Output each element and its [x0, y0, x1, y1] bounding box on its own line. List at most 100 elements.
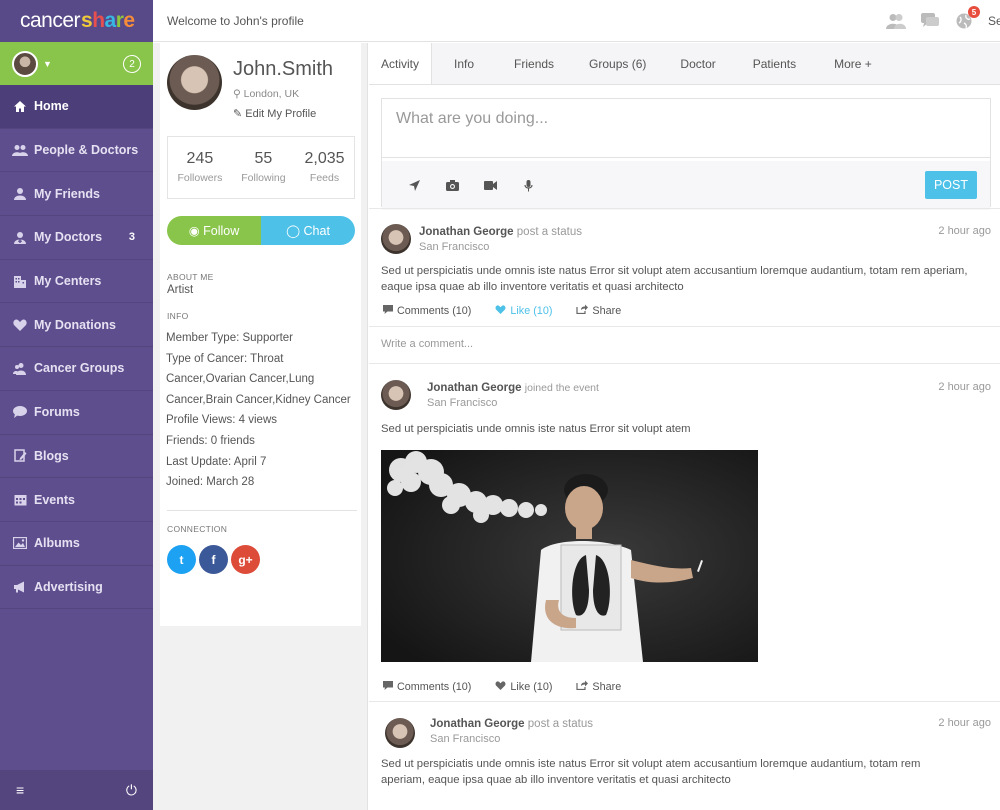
divider	[369, 701, 1000, 702]
share-button[interactable]: Share	[576, 680, 621, 693]
post-actions: Comments (10) Like (10) Share	[381, 680, 621, 693]
comments-button[interactable]: Comments (10)	[383, 680, 471, 693]
post-author-avatar[interactable]	[381, 380, 411, 410]
profile-location: ⚲ London, UK	[233, 88, 300, 100]
sidebar-footer: ≡ ⏻	[0, 770, 153, 810]
caret-down-icon[interactable]: ▼	[43, 59, 52, 69]
profile-stats: 245 Followers 55 Following 2,035 Feeds	[167, 136, 355, 199]
truncated-link[interactable]: Se	[988, 14, 1000, 28]
avatar[interactable]	[12, 50, 38, 77]
info-item: Cancer,Brain Cancer,Kidney Cancer	[166, 393, 351, 406]
sidebar-item-albums[interactable]: Albums	[0, 522, 153, 566]
sidebar: cancer share ▼ 2 Home People & Doctors M…	[0, 0, 153, 810]
sidebar-item-label: Home	[34, 99, 69, 114]
stat-feeds[interactable]: 2,035 Feeds	[304, 150, 344, 198]
camera-icon[interactable]	[444, 179, 460, 193]
post-text: Sed ut perspiciatis unde omnis iste natu…	[381, 423, 691, 435]
divider	[369, 326, 1000, 327]
feed-post: Jonathan George post a status San Franci…	[381, 224, 991, 334]
user-menu[interactable]: ▼ 2	[0, 42, 153, 85]
connection-heading: CONNECTION	[167, 524, 228, 534]
share-button[interactable]: Share	[576, 304, 621, 317]
building-icon	[12, 274, 28, 288]
info-item: Cancer,Ovarian Cancer,Lung	[166, 373, 315, 386]
post-author-avatar[interactable]	[385, 718, 415, 748]
post-author[interactable]: Jonathan George post a status	[419, 226, 582, 238]
sidebar-item-my-centers[interactable]: My Centers	[0, 260, 153, 304]
edit-profile-link[interactable]: ✎ Edit My Profile	[233, 107, 316, 120]
location-arrow-icon[interactable]	[406, 179, 422, 193]
stat-following[interactable]: 55 Following	[241, 150, 285, 198]
sidebar-item-blogs[interactable]: Blogs	[0, 435, 153, 479]
comments-button[interactable]: Comments (10)	[383, 304, 471, 317]
profile-avatar[interactable]	[167, 55, 222, 110]
post-button[interactable]: POST	[925, 171, 977, 199]
follow-button[interactable]: ◉ Follow	[167, 216, 261, 245]
facebook-icon[interactable]: f	[199, 545, 228, 574]
status-input[interactable]	[382, 99, 990, 158]
globe-notifications-icon[interactable]: 5	[954, 6, 980, 30]
stat-followers[interactable]: 245 Followers	[177, 150, 222, 198]
status-composer: POST	[381, 98, 991, 210]
post-actions: Comments (10) Like (10) Share	[381, 304, 621, 317]
info-item: Joined: March 28	[166, 476, 255, 489]
google-plus-icon[interactable]: g+	[231, 545, 260, 574]
sidebar-item-label: My Doctors	[34, 230, 103, 245]
messages-icon[interactable]	[920, 12, 940, 30]
profile-tabs: Activity Info Friends Groups (6) Doctor …	[369, 43, 1000, 85]
sidebar-item-my-doctors[interactable]: My Doctors 3	[0, 216, 153, 260]
home-icon	[12, 99, 28, 113]
post-author[interactable]: Jonathan George joined the event	[427, 382, 599, 394]
post-text: Sed ut perspiciatis unde omnis iste natu…	[381, 758, 921, 786]
sidebar-item-cancer-groups[interactable]: Cancer Groups	[0, 347, 153, 391]
sidebar-item-forums[interactable]: Forums	[0, 391, 153, 435]
chat-button[interactable]: ◯ Chat	[261, 216, 355, 245]
sidebar-item-home[interactable]: Home	[0, 85, 153, 129]
comment-input[interactable]: Write a comment...	[381, 338, 473, 350]
sidebar-item-advertising[interactable]: Advertising	[0, 566, 153, 610]
twitter-icon[interactable]: t	[167, 545, 196, 574]
about-heading: ABOUT ME	[167, 272, 214, 282]
sidebar-item-label: People & Doctors	[34, 143, 139, 158]
feed-post: Jonathan George joined the event San Fra…	[381, 380, 991, 693]
post-text: Sed ut perspiciatis unde omnis iste natu…	[381, 265, 968, 293]
like-button[interactable]: Like (10)	[495, 680, 552, 693]
tab-doctor[interactable]: Doctor	[663, 43, 732, 84]
tab-patients[interactable]: Patients	[733, 43, 816, 84]
logo-accent: share	[81, 9, 135, 32]
video-icon[interactable]	[482, 179, 498, 193]
sidebar-item-people-doctors[interactable]: People & Doctors	[0, 129, 153, 173]
sidebar-item-my-donations[interactable]: My Donations	[0, 303, 153, 348]
pencil-icon: ✎	[233, 108, 243, 120]
tab-activity[interactable]: Activity	[369, 43, 433, 84]
info-item: Profile Views: 4 views	[166, 414, 277, 427]
tab-info[interactable]: Info	[432, 43, 496, 84]
info-item: Member Type: Supporter	[166, 332, 293, 344]
post-location: San Francisco	[430, 733, 501, 745]
post-author[interactable]: Jonathan George post a status	[430, 718, 593, 730]
info-heading: INFO	[167, 311, 189, 321]
chat-bubble-icon	[12, 405, 28, 419]
like-button[interactable]: Like (10)	[495, 304, 552, 317]
friend-requests-icon[interactable]	[886, 12, 906, 30]
composer-tools: POST	[382, 161, 990, 210]
people-icon	[12, 143, 28, 157]
post-time: 2 hour ago	[938, 717, 991, 729]
megaphone-icon	[12, 580, 28, 594]
microphone-icon[interactable]	[520, 179, 536, 193]
power-icon[interactable]: ⏻	[126, 782, 137, 799]
logo[interactable]: cancer share	[0, 0, 153, 42]
doctor-icon	[12, 230, 28, 244]
post-photo[interactable]	[381, 450, 758, 662]
blog-icon	[12, 449, 28, 463]
profile-panel: John.Smith ⚲ London, UK ✎ Edit My Profil…	[153, 43, 368, 810]
tab-groups[interactable]: Groups (6)	[572, 43, 663, 84]
menu-icon[interactable]: ≡	[16, 782, 24, 798]
sidebar-item-my-friends[interactable]: My Friends	[0, 172, 153, 217]
sidebar-item-events[interactable]: Events	[0, 478, 153, 522]
tab-friends[interactable]: Friends	[496, 43, 572, 84]
divider	[369, 208, 1000, 209]
tab-more[interactable]: More +	[816, 43, 890, 84]
profile-actions: ◉ Follow ◯ Chat	[167, 216, 355, 245]
post-author-avatar[interactable]	[381, 224, 411, 254]
